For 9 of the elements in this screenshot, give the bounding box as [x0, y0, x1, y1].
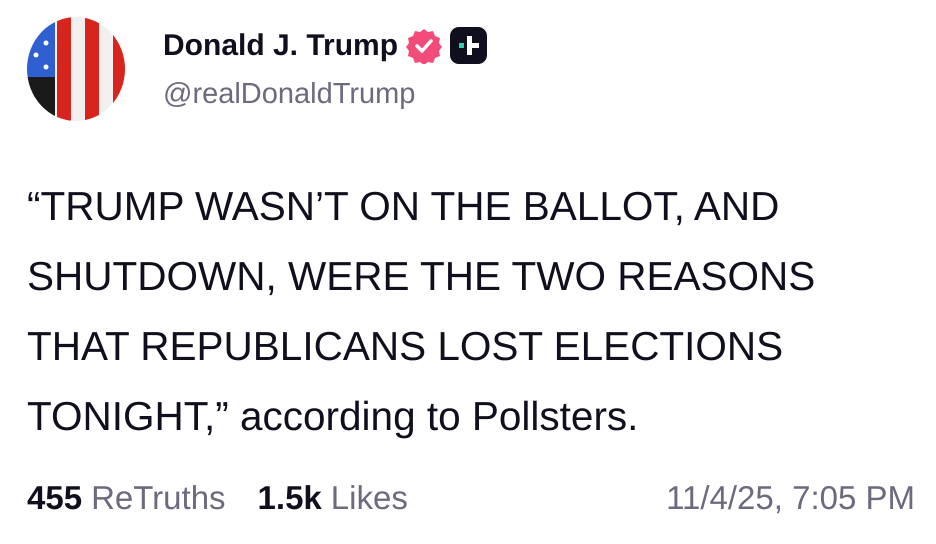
post-text: “TRUMP WASN’T ON THE BALLOT, AND SHUTDOWN, WERE THE TWO REASONS THAT REPUBLICANS LOST ELECTIONS TONIGHT,” according to Pollsters.: [27, 182, 816, 441]
stat-label: Likes: [330, 479, 408, 517]
author-handle: @realDonaldTrump: [163, 78, 416, 111]
stat-count: 1.5k: [258, 479, 322, 517]
stat-count: 455: [27, 479, 82, 517]
stat-label: ReTruths: [91, 479, 226, 517]
author-name: Donald J. Trump: [163, 28, 398, 62]
post-timestamp: 11/4/25, 7:05 PM: [666, 479, 915, 517]
plus-app-icon: [450, 27, 488, 64]
